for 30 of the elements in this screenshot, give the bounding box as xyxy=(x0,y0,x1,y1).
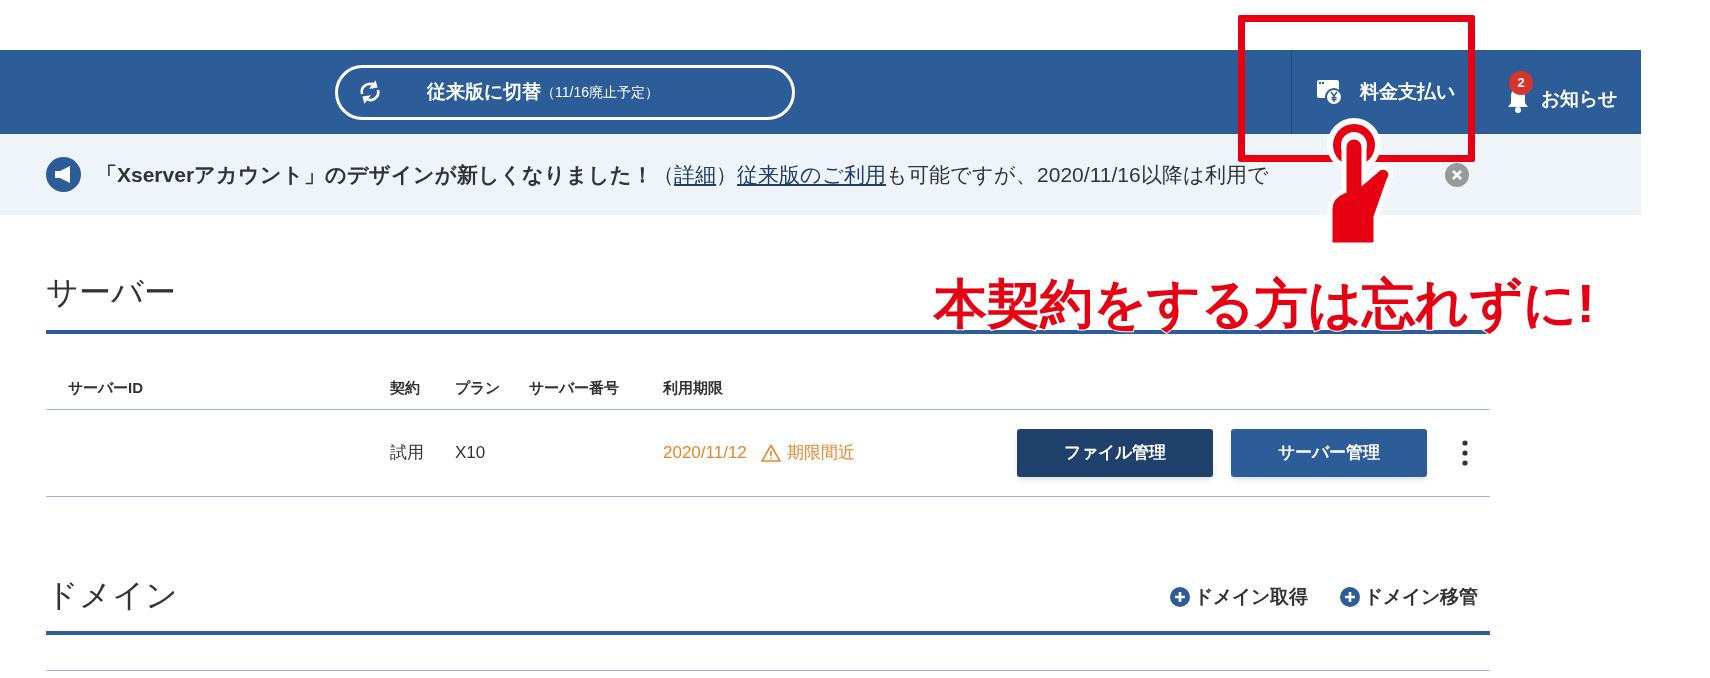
column-header: プラン xyxy=(455,379,500,396)
notice-text: 「Xserverアカウント」のデザインが新しくなりました！（詳細）従来版のご利用 も可能ですが、2020/11/16以降は利用で xyxy=(96,161,1269,189)
column-header: 契約 xyxy=(390,379,420,396)
add-domain-link[interactable]: ドメイン移管 xyxy=(1340,582,1478,611)
megaphone-icon xyxy=(46,157,81,192)
plus-circle-icon xyxy=(1170,586,1190,607)
table-cell: 試用 xyxy=(390,443,424,463)
section-title: サーバー xyxy=(46,273,176,312)
notifications-button[interactable]: 2 お知らせ xyxy=(1505,70,1617,114)
switch-version-button[interactable]: 従来版に切替（11/16廃止予定） xyxy=(335,64,795,120)
refresh-icon xyxy=(358,79,382,105)
section-title: ドメイン xyxy=(46,576,178,615)
yen-window-icon xyxy=(1316,78,1344,106)
column-header: 利用期限 xyxy=(663,379,723,396)
notice-link[interactable]: 従来版のご利用 xyxy=(737,162,887,186)
table-cell: X10 xyxy=(455,443,486,463)
warning-icon xyxy=(760,444,781,462)
plus-circle-icon xyxy=(1340,586,1360,607)
close-icon[interactable] xyxy=(1445,162,1469,187)
column-header: サーバーID xyxy=(68,379,143,396)
column-header: サーバー番号 xyxy=(529,379,619,396)
action-button[interactable]: サーバー管理 xyxy=(1231,429,1427,477)
action-button[interactable]: ファイル管理 xyxy=(1017,429,1213,477)
add-domain-link[interactable]: ドメイン取得 xyxy=(1170,582,1308,611)
more-icon[interactable] xyxy=(1462,440,1468,466)
expiry-warning: 期限間近 xyxy=(786,442,855,465)
notification-badge: 2 xyxy=(1509,70,1533,95)
payment-button[interactable]: 料金支払い xyxy=(1316,77,1455,107)
expiry-date: 2020/11/12 xyxy=(663,442,747,465)
notice-link[interactable]: 詳細 xyxy=(674,162,717,186)
